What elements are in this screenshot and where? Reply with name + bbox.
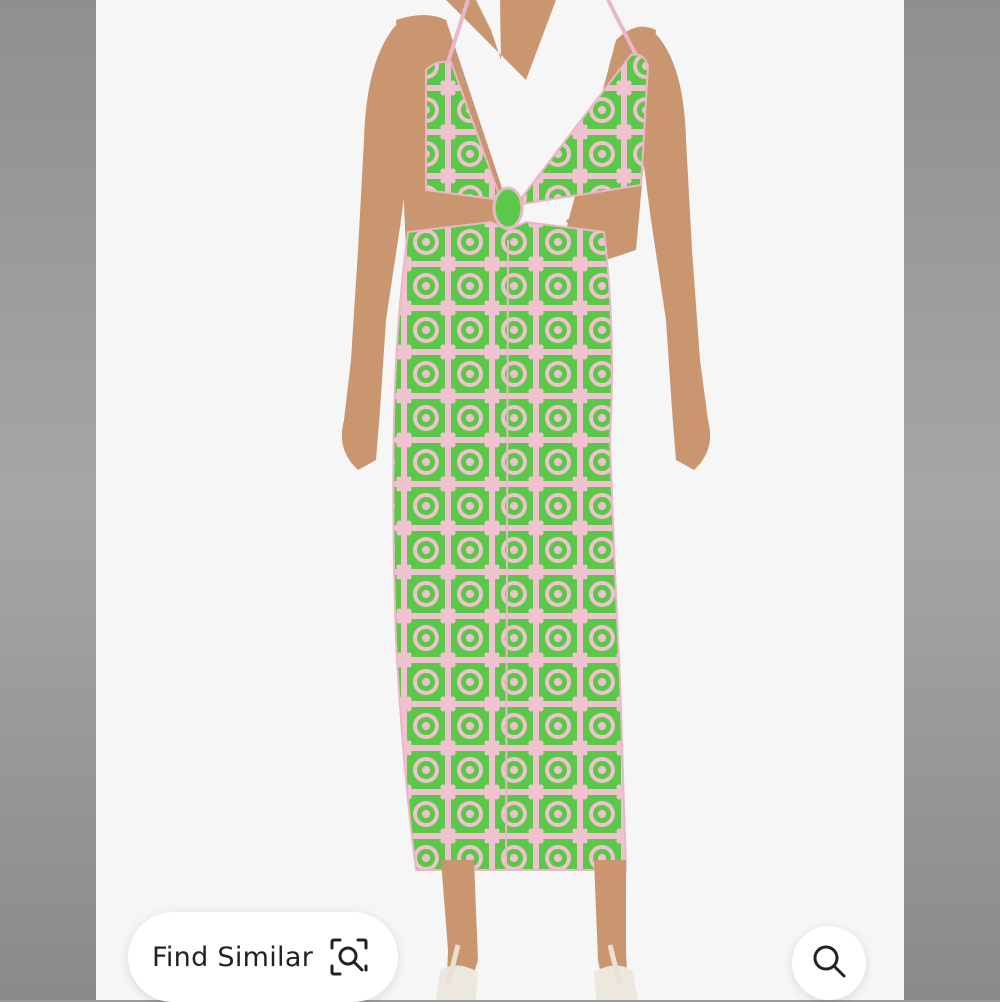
dress-illustration (341, 0, 711, 1000)
find-similar-button[interactable]: Find Similar (128, 912, 398, 1002)
blurred-side-panel-left (0, 0, 96, 1000)
blurred-side-panel-right (904, 0, 1000, 1000)
visual-search-icon (329, 937, 369, 977)
magnifier-icon (811, 943, 847, 983)
find-similar-label: Find Similar (152, 941, 314, 973)
search-button[interactable] (792, 926, 866, 1000)
product-photo[interactable] (96, 0, 904, 1000)
